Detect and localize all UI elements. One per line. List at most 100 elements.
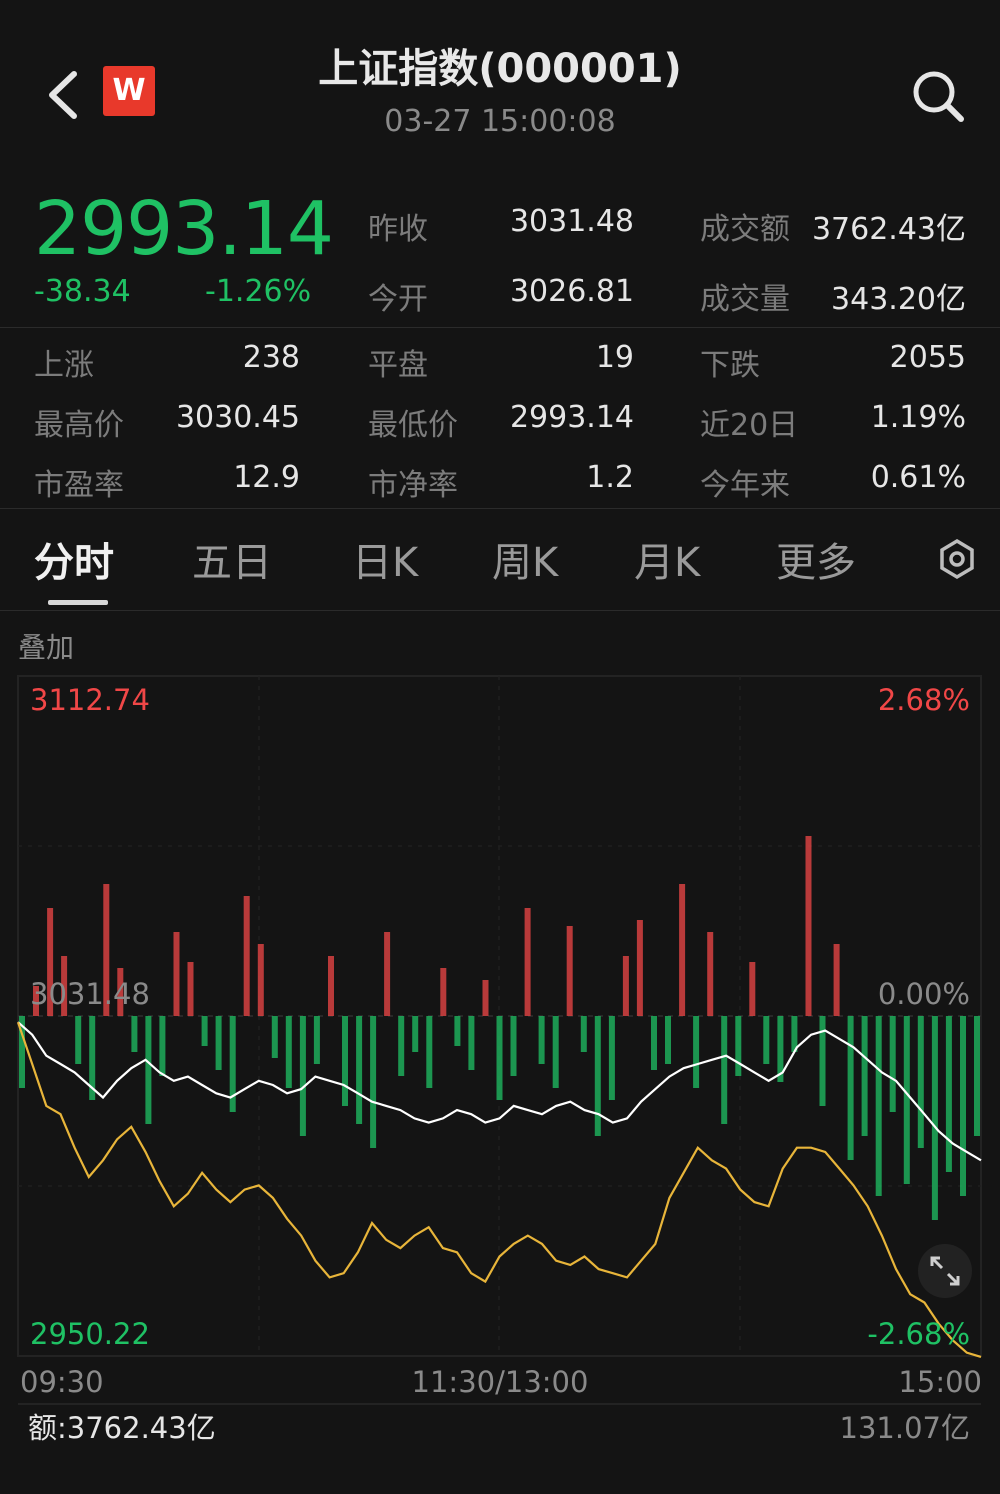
volume-bar xyxy=(805,836,812,1016)
low-value: 2993.14 xyxy=(509,400,634,435)
volume-bar xyxy=(257,944,264,1016)
tab-intraday[interactable]: 分时 xyxy=(34,530,114,588)
high-value: 3030.45 xyxy=(175,400,300,435)
pct-min-label: -2.68% xyxy=(867,1317,970,1351)
turnover-total-label: 额:3762.43亿 xyxy=(28,1411,216,1445)
volume-bar xyxy=(819,1016,826,1106)
price-change: -38.34 xyxy=(34,274,131,309)
volume-bar xyxy=(594,1016,601,1136)
flat-count-label: 平盘 xyxy=(368,348,428,383)
chart-settings-button[interactable] xyxy=(936,538,978,584)
pb-label: 市净率 xyxy=(368,468,458,503)
divider xyxy=(0,327,1000,328)
volume-bar xyxy=(398,1016,405,1076)
volume-bar xyxy=(622,956,629,1016)
page-title: 上证指数(000001) xyxy=(318,46,682,92)
d20-label: 近20日 xyxy=(700,408,799,443)
tab-daily-k[interactable]: 日K xyxy=(352,530,418,588)
volume-bar xyxy=(201,1016,208,1046)
open-value: 3026.81 xyxy=(509,274,634,309)
price-change-percent: -1.26% xyxy=(205,274,312,309)
volume-bar xyxy=(524,908,531,1016)
volume-bar xyxy=(847,1016,854,1160)
up-count-value: 238 xyxy=(242,340,300,375)
volume-bar xyxy=(299,1016,306,1136)
volume-bar xyxy=(285,1016,292,1088)
up-count-label: 上涨 xyxy=(34,348,94,383)
x-label-close: 15:00 xyxy=(898,1365,982,1399)
tab-weekly-k[interactable]: 周K xyxy=(492,530,558,588)
volume-bar xyxy=(468,1016,475,1070)
volume-bar xyxy=(145,1016,152,1124)
volume-bar xyxy=(187,962,194,1016)
y-mid-label: 3031.48 xyxy=(30,977,150,1011)
intraday-chart[interactable]: 3112.74 2.68% 3031.48 0.00% 2950.22 -2.6… xyxy=(0,660,1000,1494)
volume-bar xyxy=(173,932,180,1016)
x-label-open: 09:30 xyxy=(20,1365,104,1399)
volume-bar xyxy=(917,1016,924,1148)
turnover-value: 3762.43亿 xyxy=(811,212,966,247)
down-count-label: 下跌 xyxy=(700,348,760,383)
volume-bar xyxy=(735,1016,742,1076)
tab-more[interactable]: 更多 xyxy=(776,530,856,588)
pe-value: 12.9 xyxy=(233,460,300,495)
volume-bar xyxy=(440,968,447,1016)
search-icon xyxy=(913,71,964,122)
volume-bar xyxy=(721,1016,728,1124)
search-button[interactable] xyxy=(906,64,970,128)
volume-bar xyxy=(243,896,250,1016)
volume-bar xyxy=(707,932,714,1016)
volume-bar xyxy=(370,1016,377,1148)
volume-label: 成交量 xyxy=(700,282,790,317)
volume-bar xyxy=(763,1016,770,1064)
open-label: 今开 xyxy=(368,282,428,317)
volume-bar xyxy=(665,1016,671,1064)
pct-mid-label: 0.00% xyxy=(878,977,970,1011)
d20-value: 1.19% xyxy=(870,400,966,435)
expand-icon xyxy=(930,1256,960,1286)
turnover-max-label: 131.07亿 xyxy=(840,1411,970,1445)
volume-bar xyxy=(313,1016,320,1064)
pb-value: 1.2 xyxy=(586,460,634,495)
volume-bar xyxy=(159,1016,166,1076)
volume-bar xyxy=(271,1016,278,1058)
prev-close-label: 昨收 xyxy=(368,212,428,247)
settings-icon xyxy=(940,538,974,580)
volume-bar xyxy=(510,1016,517,1076)
volume-bar xyxy=(538,1016,545,1064)
volume-bar xyxy=(454,1016,461,1046)
volume-bar xyxy=(328,956,334,1016)
fullscreen-button[interactable] xyxy=(918,1244,972,1298)
volume-value: 343.20亿 xyxy=(831,282,966,317)
volume-bar xyxy=(960,1016,966,1196)
volume-bar xyxy=(679,884,686,1016)
datetime-label: 03-27 15:00:08 xyxy=(384,104,616,139)
pe-label: 市盈率 xyxy=(34,468,124,503)
volume-bar xyxy=(974,1016,980,1136)
volume-bar xyxy=(608,1016,615,1100)
volume-bar xyxy=(861,1016,868,1136)
divider xyxy=(0,610,1000,611)
volume-bar xyxy=(875,1016,882,1196)
volume-bar xyxy=(552,1016,559,1088)
tab-five-day[interactable]: 五日 xyxy=(192,530,272,588)
high-label: 最高价 xyxy=(34,408,124,443)
ytd-value: 0.61% xyxy=(870,460,966,495)
volume-bar xyxy=(342,1016,348,1106)
volume-bar xyxy=(75,1016,82,1064)
turnover-label: 成交额 xyxy=(700,212,790,247)
tab-monthly-k[interactable]: 月K xyxy=(634,530,700,588)
volume-bar xyxy=(412,1016,419,1052)
volume-bar xyxy=(426,1016,433,1088)
volume-bar xyxy=(384,932,391,1016)
volume-bars xyxy=(19,836,980,1220)
volume-bar xyxy=(482,980,489,1016)
volume-bar xyxy=(945,1016,952,1172)
tab-active-indicator xyxy=(48,600,108,605)
volume-bar xyxy=(580,1016,587,1052)
y-min-label: 2950.22 xyxy=(30,1317,150,1351)
flat-count-value: 19 xyxy=(595,340,634,375)
prev-close-value: 3031.48 xyxy=(509,204,634,239)
volume-bar xyxy=(931,1016,938,1220)
volume-bar xyxy=(356,1016,363,1124)
